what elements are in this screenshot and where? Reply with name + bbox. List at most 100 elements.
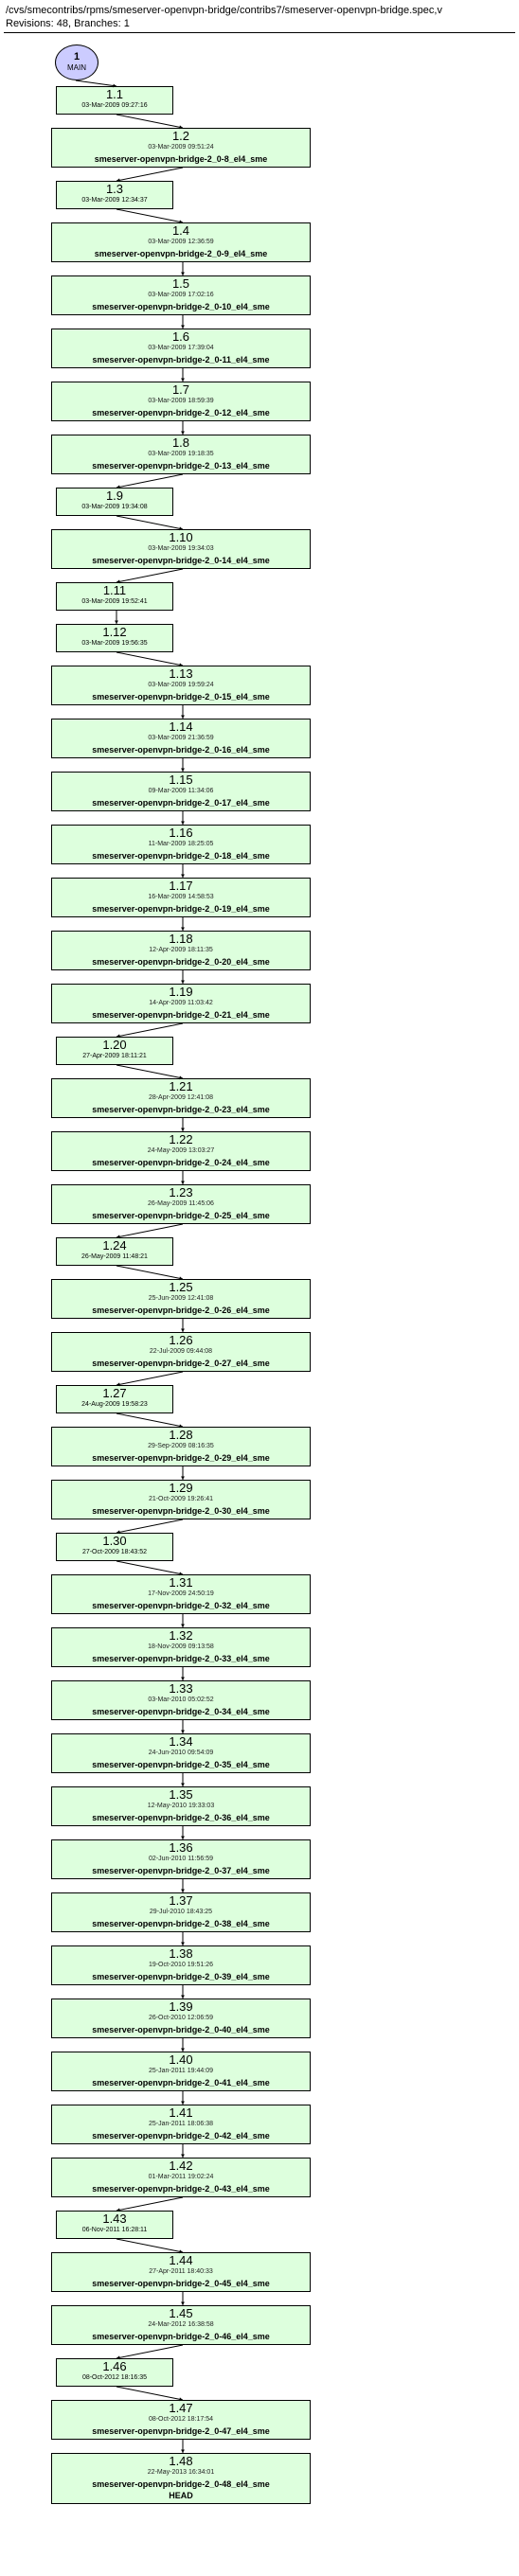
- divider: [4, 32, 515, 33]
- file-path: /cvs/smecontribs/rpms/smeserver-openvpn-…: [6, 4, 513, 17]
- revision-node: 1.803-Mar-2009 19:18:35smeserver-openvpn…: [51, 435, 311, 474]
- revision-number: 1.7: [55, 384, 307, 396]
- revision-tag: smeserver-openvpn-bridge-2_0-15_el4_sme: [55, 691, 307, 702]
- revision-node: 1.3117-Nov-2009 24:50:19smeserver-openvp…: [51, 1574, 311, 1614]
- revision-tag: smeserver-openvpn-bridge-2_0-32_el4_sme: [55, 1600, 307, 1611]
- revision-node: 1.1003-Mar-2009 19:34:03smeserver-openvp…: [51, 529, 311, 569]
- revision-date: 03-Mar-2009 17:02:16: [55, 290, 307, 301]
- revision-tag: smeserver-openvpn-bridge-2_0-30_el4_sme: [55, 1505, 307, 1517]
- revision-node: 1.1303-Mar-2009 19:59:24smeserver-openvp…: [51, 666, 311, 705]
- revision-number: 1.16: [55, 827, 307, 839]
- revision-node: 1.4201-Mar-2011 19:02:24smeserver-openvp…: [51, 2158, 311, 2197]
- revision-node: 1.1812-Apr-2009 18:11:35smeserver-openvp…: [51, 931, 311, 970]
- revision-node: 1.3424-Jun-2010 09:54:09smeserver-openvp…: [51, 1733, 311, 1773]
- revision-number: 1.41: [55, 2107, 307, 2119]
- revision-date: 25-Jan-2011 18:06:38: [55, 2119, 307, 2130]
- revision-node: 1.3602-Jun-2010 11:56:59smeserver-openvp…: [51, 1839, 311, 1879]
- revision-date: 19-Oct-2010 19:51:26: [55, 1960, 307, 1971]
- revision-graph: 1 MAIN 1.103-Mar-2009 09:27:16 1.203-Mar-…: [0, 39, 519, 2557]
- revision-tag: smeserver-openvpn-bridge-2_0-35_el4_sme: [55, 1759, 307, 1770]
- revision-number: 1.8: [55, 437, 307, 449]
- revision-number: 1.10: [55, 532, 307, 543]
- revision-date: 03-Mar-2009 19:56:35: [60, 638, 170, 649]
- revision-tag: smeserver-openvpn-bridge-2_0-17_el4_sme: [55, 797, 307, 808]
- revision-date: 09-Mar-2009 11:34:06: [55, 786, 307, 797]
- revision-date: 27-Apr-2009 18:11:21: [60, 1051, 170, 1062]
- revision-tag: smeserver-openvpn-bridge-2_0-43_el4_sme: [55, 2183, 307, 2194]
- revision-tag: smeserver-openvpn-bridge-2_0-14_el4_sme: [55, 555, 307, 566]
- revision-node: 1.3218-Nov-2009 09:13:58smeserver-openvp…: [51, 1627, 311, 1667]
- revision-node: 1.4306-Nov-2011 16:28:11: [56, 2211, 173, 2239]
- revision-number: 1.21: [55, 1081, 307, 1093]
- revision-date: 21-Oct-2009 19:26:41: [55, 1494, 307, 1505]
- revision-date: 29-Jul-2010 18:43:25: [55, 1907, 307, 1918]
- revision-number: 1.27: [60, 1388, 170, 1399]
- revision-date: 24-Aug-2009 19:58:23: [60, 1399, 170, 1411]
- revision-node: 1.1103-Mar-2009 19:52:41: [56, 582, 173, 611]
- revision-date: 22-Jul-2009 09:44:08: [55, 1346, 307, 1358]
- revision-tag: smeserver-openvpn-bridge-2_0-13_el4_sme: [55, 460, 307, 471]
- revision-date: 03-Mar-2009 09:51:24: [55, 142, 307, 153]
- revision-date: 27-Apr-2011 18:40:33: [55, 2266, 307, 2278]
- revision-number: 1.47: [55, 2403, 307, 2414]
- revision-node: 1.3303-Mar-2010 05:02:52smeserver-openvp…: [51, 1680, 311, 1720]
- revision-number: 1.34: [55, 1736, 307, 1748]
- revision-tag: smeserver-openvpn-bridge-2_0-37_el4_sme: [55, 1865, 307, 1876]
- revision-number: 1.43: [60, 2213, 170, 2225]
- revision-number: 1.24: [60, 1240, 170, 1252]
- revision-node: 1.503-Mar-2009 17:02:16smeserver-openvpn…: [51, 275, 311, 315]
- revision-number: 1.28: [55, 1430, 307, 1441]
- revision-tag: smeserver-openvpn-bridge-2_0-23_el4_sme: [55, 1104, 307, 1115]
- revision-number: 1.9: [60, 490, 170, 502]
- revision-tag: HEAD: [55, 2490, 307, 2501]
- revision-date: 28-Apr-2009 12:41:08: [55, 1093, 307, 1104]
- revision-number: 1.36: [55, 1842, 307, 1854]
- revision-date: 12-Apr-2009 18:11:35: [55, 945, 307, 956]
- branch-label: MAIN: [67, 62, 86, 74]
- revision-number: 1.20: [60, 1039, 170, 1051]
- revision-tag: smeserver-openvpn-bridge-2_0-19_el4_sme: [55, 903, 307, 915]
- revision-node: 1.4822-May-2013 16:34:01smeserver-openvp…: [51, 2453, 311, 2504]
- revision-node: 1.1716-Mar-2009 14:58:53smeserver-openvp…: [51, 878, 311, 917]
- revision-date: 14-Apr-2009 11:03:42: [55, 998, 307, 1009]
- revision-number: 1.11: [60, 585, 170, 596]
- revision-tag: smeserver-openvpn-bridge-2_0-45_el4_sme: [55, 2278, 307, 2289]
- revision-node: 1.2622-Jul-2009 09:44:08smeserver-openvp…: [51, 1332, 311, 1372]
- revision-number: 1.22: [55, 1134, 307, 1146]
- revision-date: 24-May-2009 13:03:27: [55, 1146, 307, 1157]
- revision-node: 1.3027-Oct-2009 18:43:52: [56, 1533, 173, 1561]
- revision-tag: smeserver-openvpn-bridge-2_0-29_el4_sme: [55, 1452, 307, 1464]
- revision-date: 25-Jan-2011 19:44:09: [55, 2066, 307, 2077]
- revision-node: 1.2829-Sep-2009 08:16:35smeserver-openvp…: [51, 1427, 311, 1466]
- revision-number: 1.3: [60, 184, 170, 195]
- revision-number: 1.40: [55, 2054, 307, 2066]
- revision-tag: smeserver-openvpn-bridge-2_0-16_el4_sme: [55, 744, 307, 755]
- revision-number: 1.38: [55, 1948, 307, 1960]
- revision-node: 1.4125-Jan-2011 18:06:38smeserver-openvp…: [51, 2105, 311, 2144]
- revision-node: 1.3926-Oct-2010 12:06:59smeserver-openvp…: [51, 1999, 311, 2038]
- revision-number: 1.31: [55, 1577, 307, 1589]
- revision-node: 1.103-Mar-2009 09:27:16: [56, 86, 173, 115]
- revision-tag: smeserver-openvpn-bridge-2_0-34_el4_sme: [55, 1706, 307, 1717]
- revision-tag: smeserver-openvpn-bridge-2_0-40_el4_sme: [55, 2024, 307, 2035]
- revision-node: 1.303-Mar-2009 12:34:37: [56, 181, 173, 209]
- branch-main: 1 MAIN: [55, 44, 98, 80]
- revision-node: 1.2224-May-2009 13:03:27smeserver-openvp…: [51, 1131, 311, 1171]
- revision-date: 26-May-2009 11:45:06: [55, 1199, 307, 1210]
- revision-node: 1.203-Mar-2009 09:51:24smeserver-openvpn…: [51, 128, 311, 168]
- revision-node: 1.1403-Mar-2009 21:36:59smeserver-openvp…: [51, 719, 311, 758]
- revision-date: 02-Jun-2010 11:56:59: [55, 1854, 307, 1865]
- revision-date: 12-May-2010 19:33:03: [55, 1801, 307, 1812]
- branch-number: 1: [74, 51, 80, 62]
- revision-tag: smeserver-openvpn-bridge-2_0-10_el4_sme: [55, 301, 307, 312]
- revision-tag: smeserver-openvpn-bridge-2_0-25_el4_sme: [55, 1210, 307, 1221]
- revision-node: 1.2027-Apr-2009 18:11:21: [56, 1037, 173, 1065]
- revision-node: 1.3729-Jul-2010 18:43:25smeserver-openvp…: [51, 1892, 311, 1932]
- revision-tag: smeserver-openvpn-bridge-2_0-33_el4_sme: [55, 1653, 307, 1664]
- revision-node: 1.2128-Apr-2009 12:41:08smeserver-openvp…: [51, 1078, 311, 1118]
- revision-date: 03-Mar-2009 19:34:08: [60, 502, 170, 513]
- revision-node: 1.2921-Oct-2009 19:26:41smeserver-openvp…: [51, 1480, 311, 1519]
- revision-date: 03-Mar-2009 12:34:37: [60, 195, 170, 206]
- revision-tag: smeserver-openvpn-bridge-2_0-18_el4_sme: [55, 850, 307, 862]
- revision-node: 1.1509-Mar-2009 11:34:06smeserver-openvp…: [51, 772, 311, 811]
